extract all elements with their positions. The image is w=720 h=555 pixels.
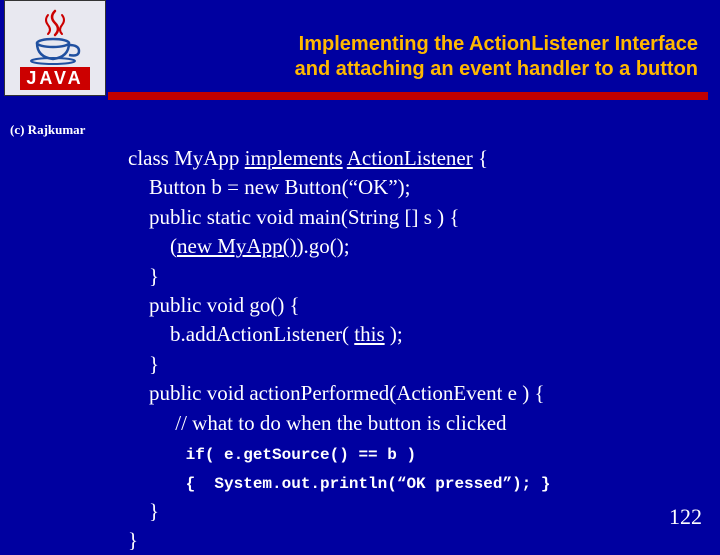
slide-title: Implementing the ActionListener Interfac… — [295, 32, 698, 82]
java-logo: JAVA — [4, 0, 106, 96]
code-block: class MyApp implements ActionListener { … — [128, 144, 550, 555]
java-cup-icon — [25, 7, 85, 65]
title-underline — [108, 92, 708, 100]
slide-number: 122 — [669, 504, 702, 530]
title-line-2: and attaching an event handler to a butt… — [295, 57, 698, 82]
copyright-text: (c) Rajkumar — [10, 122, 85, 138]
title-line-1: Implementing the ActionListener Interfac… — [295, 32, 698, 57]
java-logo-text: JAVA — [20, 67, 89, 90]
